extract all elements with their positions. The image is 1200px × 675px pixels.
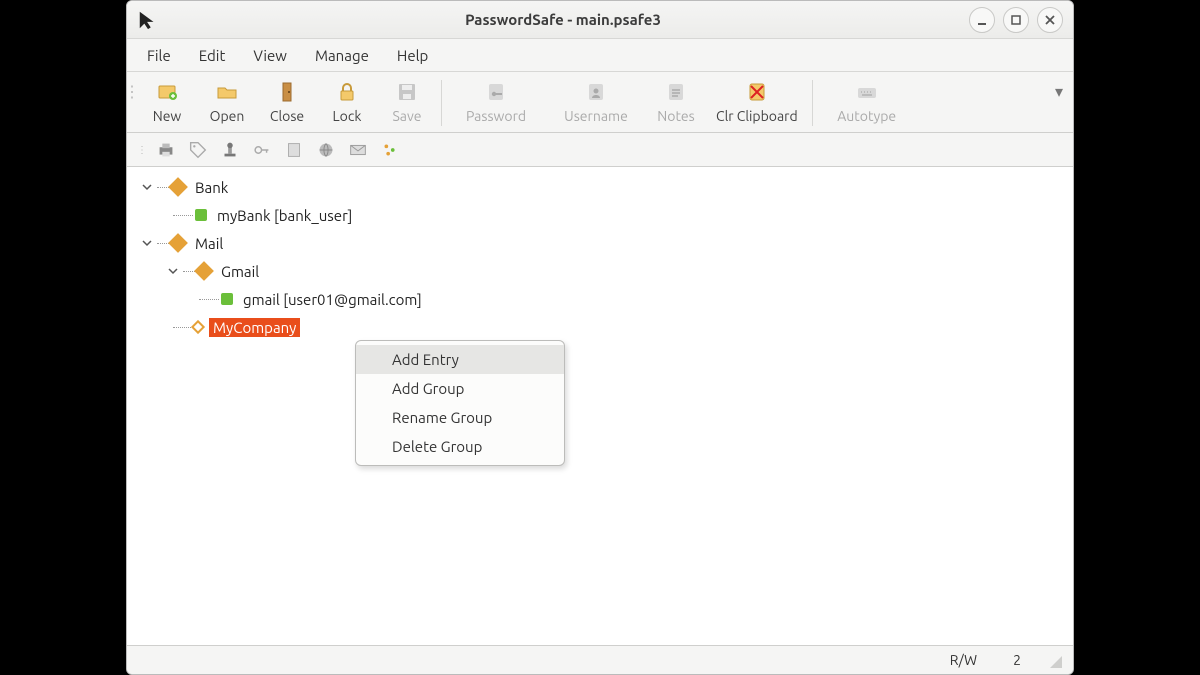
close-label: Close [270,108,304,124]
autotype-button[interactable]: Autotype [817,74,917,132]
app-icon [137,9,159,31]
menu-manage[interactable]: Manage [303,43,381,68]
group-icon [168,177,188,197]
statusbar: R/W 2 [127,646,1073,674]
clear-clipboard-icon [745,80,769,104]
ctx-rename-group[interactable]: Rename Group [356,403,564,432]
titlebar: PasswordSafe - main.psafe3 [127,1,1073,39]
minimize-button[interactable] [969,7,995,33]
secondary-toolbar: ⋮ [127,133,1073,167]
notes-button[interactable]: Notes [646,74,706,132]
group-mycompany[interactable]: MyCompany [209,318,300,337]
menu-file[interactable]: File [135,43,183,68]
new-button[interactable]: New [137,74,197,132]
printer-icon[interactable] [155,139,177,161]
open-icon [215,80,239,104]
toolbar: ⋮ New Open Close Lock Save Password Us [127,71,1073,133]
open-button[interactable]: Open [197,74,257,132]
maximize-button[interactable] [1003,7,1029,33]
key-icon[interactable] [251,139,273,161]
entry-gmail[interactable]: gmail [user01@gmail.com] [239,290,426,309]
menubar: File Edit View Manage Help [127,39,1073,71]
status-count: 2 [995,652,1039,668]
mail-icon[interactable] [347,139,369,161]
note-icon[interactable] [283,139,305,161]
status-mode: R/W [932,652,995,668]
clear-clipboard-button[interactable]: Clr Clipboard [706,74,808,132]
toolbar-grip[interactable]: ⋮ [127,74,137,101]
entry-icon [195,209,207,221]
entry-mybank[interactable]: myBank [bank_user] [213,206,356,225]
expand-toggle-bank[interactable] [139,179,155,195]
toolbar-separator-2 [812,80,813,126]
new-label: New [153,108,182,124]
sparkle-icon[interactable] [379,139,401,161]
entry-icon [221,293,233,305]
ctx-add-group[interactable]: Add Group [356,374,564,403]
group-icon [194,261,214,281]
tree-line [173,327,191,328]
menu-view[interactable]: View [241,43,299,68]
clrclip-label: Clr Clipboard [716,108,798,124]
window-title: PasswordSafe - main.psafe3 [165,11,961,28]
clipboard-user-icon [584,80,608,104]
close-button[interactable] [1037,7,1063,33]
door-icon [275,80,299,104]
lock-label: Lock [333,108,362,124]
expand-toggle-mail[interactable] [139,235,155,251]
username-button[interactable]: Username [546,74,646,132]
menu-edit[interactable]: Edit [187,43,238,68]
notes-label: Notes [657,108,694,124]
password-label: Password [466,108,526,124]
password-button[interactable]: Password [446,74,546,132]
autotype-label: Autotype [837,108,896,124]
new-icon [155,80,179,104]
open-label: Open [210,108,245,124]
ctx-add-entry[interactable]: Add Entry [356,345,564,374]
tree-line [173,215,193,216]
menu-help[interactable]: Help [385,43,440,68]
toolbar-separator-1 [441,80,442,126]
tree-line [199,299,219,300]
app-window: PasswordSafe - main.psafe3 File Edit Vie… [126,0,1074,675]
iconbar-grip[interactable]: ⋮ [137,144,145,156]
group-bank[interactable]: Bank [191,178,232,197]
tree-view[interactable]: Bank myBank [bank_user] Mail Gmail [127,167,1073,646]
keyboard-icon [855,80,879,104]
ctx-delete-group[interactable]: Delete Group [356,432,564,461]
save-button[interactable]: Save [377,74,437,132]
save-icon [395,80,419,104]
globe-icon[interactable] [315,139,337,161]
tag-icon[interactable] [187,139,209,161]
group-gmail[interactable]: Gmail [217,262,263,281]
lock-icon [335,80,359,104]
group-icon [168,233,188,253]
stamp-icon[interactable] [219,139,241,161]
toolbar-overflow[interactable]: ▾ [1045,74,1073,109]
save-label: Save [392,108,421,124]
group-empty-icon [191,320,205,334]
clipboard-notes-icon [664,80,688,104]
close-button-tb[interactable]: Close [257,74,317,132]
lock-button[interactable]: Lock [317,74,377,132]
resize-grip[interactable] [1045,651,1063,669]
expand-toggle-gmail[interactable] [165,263,181,279]
username-label: Username [564,108,628,124]
context-menu: Add Entry Add Group Rename Group Delete … [355,340,565,466]
clipboard-key-icon [484,80,508,104]
group-mail[interactable]: Mail [191,234,227,253]
